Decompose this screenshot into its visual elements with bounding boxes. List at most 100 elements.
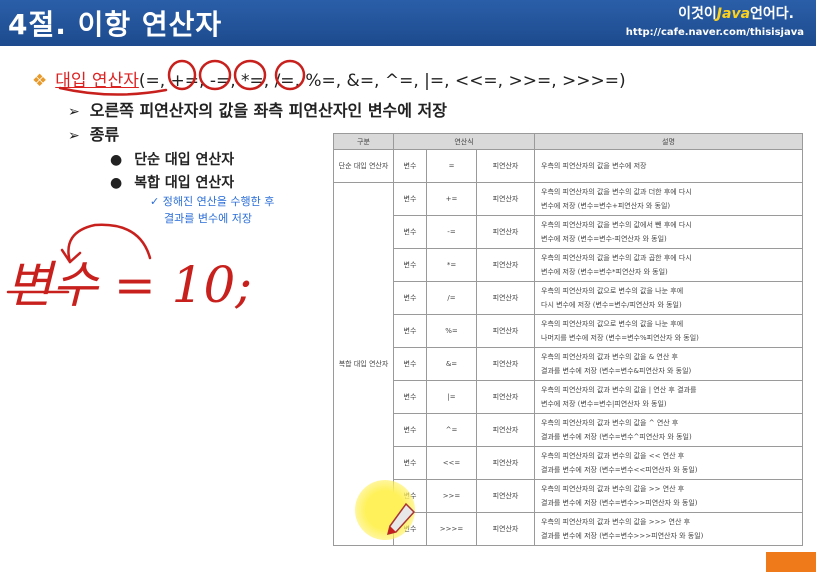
description-cell: 우측의 피연산자의 값과 변수의 값을 >> 연산 후 결과를 변수에 저장 (변… [534, 479, 803, 513]
dot-bullet-icon: ● [110, 175, 123, 191]
operator-cell: |= [426, 380, 477, 414]
description-cell: 우측의 피연산자의 값을 변수에 저장 [534, 149, 803, 183]
description-cell: 우측의 피연산자의 값과 변수의 값을 >>> 연산 후결과를 변수에 저장 (… [534, 512, 803, 546]
compound-note-line1: ✓ 정해진 연산을 수행한 후 [150, 195, 275, 208]
description-line-1: 우측의 피연산자의 값으로 변수의 값을 나눈 후에 [541, 320, 684, 328]
kinds-text: 종류 [89, 125, 120, 144]
compound-assign-item: ● 복합 대입 연산자 [110, 172, 234, 192]
assign-operator-line: ❖ 대입 연산자(=, +=, -=, *=, /=, %=, &=, ^=, |… [32, 66, 626, 91]
table-row: 변수/= 피연산자 우측의 피연산자의 값으로 변수의 값을 나눈 후에 다시 변수에… [334, 281, 803, 315]
operator-cell: <<= [426, 446, 477, 480]
description-cell: 우측의 피연산자의 값을 변수의 값과 곱한 후에 다시변수에 저장 (변수=변… [534, 248, 803, 282]
operand-cell: 피연산자 [476, 446, 535, 480]
pen-cursor-icon [386, 502, 416, 536]
variable-cell: 변수 [393, 380, 427, 414]
operand-cell: 피연산자 [476, 149, 535, 183]
description-cell: 우측의 피연산자의 값을 변수의 값에서 뺀 후에 다시변수에 저장 (변수=변… [534, 215, 803, 249]
header-category: 구분 [333, 133, 394, 150]
arrow-bullet-icon: ➢ [68, 128, 80, 144]
operator-cell: = [426, 149, 477, 183]
table-row: 변수 *= 피연산자 우측의 피연산자의 값을 변수의 값과 곱한 후에 다시 변수에 … [334, 248, 803, 282]
brand-prefix: 이것이 [678, 6, 717, 22]
header-description: 설명 [534, 133, 803, 150]
description-line-1: 우측의 피연산자의 값과 변수의 값을 << 연산 후 [541, 452, 685, 460]
description-line-2: 변수에 저장 (변수=변수*피연산자 와 동일) [541, 268, 668, 276]
description-text: 오른쪽 피연산자의 값을 좌측 피연산자인 변수에 저장 [89, 101, 447, 120]
operand-cell: 피연산자 [476, 380, 535, 414]
description-line-2: 결과를 변수에 저장 (변수=변수>>피연산자 와 동일) [541, 499, 698, 507]
compound-note-line2: 결과를 변수에 저장 [164, 212, 252, 225]
description-line-1: 우측의 피연산자의 값을 변수의 값과 곱한 후에 다시 [541, 254, 692, 262]
table-row: 변수 ^= 피연산자 우측의 피연산자의 값과 변수의 값을 ^ 연산 후 결과를 변수… [334, 413, 803, 447]
brand-logo: 이것이Java언어다. [678, 3, 794, 23]
corner-badge [766, 552, 816, 572]
description-line-1: 우측의 피연산자의 값으로 변수의 값을 나눈 후에 [541, 287, 684, 295]
operand-cell: 피연산자 [476, 182, 535, 216]
slide-title: 4절. 이항 연산자 [8, 8, 223, 41]
table-header-row: 구분 연산식 설명 [333, 133, 803, 150]
description-cell: 우측의 피연산자의 값과 변수의 값을 << 연산 후결과를 변수에 저장 (변… [534, 446, 803, 480]
description-line-1: 우측의 피연산자의 값과 변수의 값을 | 연산 후 결과를 [541, 386, 697, 394]
brand-suffix: 언어다. [750, 6, 794, 22]
table-row: 변수 |= 피연산자 우측의 피연산자의 값과 변수의 값을 | 연산 후 결과를 변수… [334, 380, 803, 414]
description-line-1: 우측의 피연산자의 값과 변수의 값을 & 연산 후 [541, 353, 678, 361]
description-line-2: 변수에 저장 (변수=변수|피연산자 와 동일) [541, 400, 667, 408]
compound-note: ✓ 정해진 연산을 수행한 후 결과를 변수에 저장 [150, 193, 274, 227]
diamond-bullet-icon: ❖ [32, 71, 48, 91]
description-line-2: 다시 변수에 저장 (변수=변수/피연산자 와 동일) [541, 301, 682, 309]
variable-cell: 변수 [393, 281, 427, 315]
table-row: 복합 대입 연산자 변수 += 피연산자 우측의 피연산자의 값을 변수의 값과 더한 … [333, 182, 803, 546]
variable-cell: 변수 [393, 182, 427, 216]
group-simple-cell: 단순 대입 연산자 [333, 149, 394, 183]
description-cell: 우측의 피연산자의 값으로 변수의 값을 나눈 후에나머지를 변수에 저장 (변… [534, 314, 803, 348]
description-line-1: 우측의 피연산자의 값을 변수의 값에서 뺀 후에 다시 [541, 221, 692, 229]
description-cell: 우측의 피연산자의 값과 변수의 값을 | 연산 후 결과를변수에 저장 (변수… [534, 380, 803, 414]
description-cell: 우측의 피연산자의 값으로 변수의 값을 나눈 후에다시 변수에 저장 (변수=… [534, 281, 803, 315]
table-row: 변수 &= 피연산자 우측의 피연산자의 값과 변수의 값을 & 연산 후 결과를 변수… [334, 347, 803, 381]
operand-cell: 피연산자 [476, 413, 535, 447]
operand-cell: 피연산자 [476, 215, 535, 249]
operator-cell: += [426, 182, 477, 216]
variable-cell: 변수 [393, 446, 427, 480]
description-cell: 우측의 피연산자의 값을 변수의 값과 더한 후에 다시 변수에 저장 (변수=변… [534, 182, 803, 216]
header-expression: 연산식 [393, 133, 535, 150]
cafe-url: http://cafe.naver.com/thisisjava [625, 27, 804, 38]
operator-cell: >>>= [426, 512, 477, 546]
variable-cell: 변수 [393, 248, 427, 282]
operator-cell: &= [426, 347, 477, 381]
compound-assign-label: 복합 대입 연산자 [134, 175, 235, 191]
table-row: 단순 대입 연산자 변수 = 피연산자 우측의 피연산자의 값을 변수에 저장 [333, 149, 803, 183]
variable-cell: 변수 [393, 413, 427, 447]
arrow-bullet-icon: ➢ [68, 104, 80, 120]
kinds-heading: ➢ 종류 [68, 121, 119, 145]
variable-cell: 변수 [393, 314, 427, 348]
variable-cell: 변수 [393, 149, 427, 183]
description-line-2: 결과를 변수에 저장 (변수=변수<<피연산자 와 동일) [541, 466, 698, 474]
description-line-2: 변수에 저장 (변수=변수+피연산자 와 동일) [541, 202, 671, 210]
slide-header: 4절. 이항 연산자 이것이Java언어다. http://cafe.naver… [0, 0, 816, 46]
operator-cell: -= [426, 215, 477, 249]
operand-cell: 피연산자 [476, 347, 535, 381]
assign-operator-term: 대입 연산자 [55, 71, 139, 91]
operand-cell: 피연산자 [476, 314, 535, 348]
description-line-2: 변수에 저장 (변수=변수-피연산자 와 동일) [541, 235, 667, 243]
description-cell: 우측의 피연산자의 값과 변수의 값을 & 연산 후결과를 변수에 저장 (변수… [534, 347, 803, 381]
assign-operator-table: 구분 연산식 설명 단순 대입 연산자 변수 = 피연산자 우측의 피연산자의 값을 변… [333, 133, 803, 546]
brand-java: Java [716, 6, 751, 22]
operand-cell: 피연산자 [476, 281, 535, 315]
operator-cell: /= [426, 281, 477, 315]
description-line-2: 나머지를 변수에 저장 (변수=변수%피연산자 와 동일) [541, 334, 699, 342]
simple-assign-item: ● 단순 대입 연산자 [110, 149, 234, 169]
description-line-1: 우측의 피연산자의 값과 변수의 값을 >>> 연산 후 [541, 518, 691, 526]
description-line-2: 결과를 변수에 저장 (변수=변수>>>피연산자 와 동일) [541, 532, 704, 540]
operator-cell: ^= [426, 413, 477, 447]
description-line-1: 우측의 피연산자의 값을 변수에 저장 [541, 162, 647, 170]
operator-cell: >>= [426, 479, 477, 513]
operator-cell: %= [426, 314, 477, 348]
description-line-1: 우측의 피연산자의 값과 변수의 값을 ^ 연산 후 [541, 419, 679, 427]
operand-cell: 피연산자 [476, 512, 535, 546]
description-line-2: 결과를 변수에 저장 (변수=변수&피연산자 와 동일) [541, 367, 692, 375]
simple-assign-label: 단순 대입 연산자 [134, 152, 235, 168]
description-cell: 우측의 피연산자의 값과 변수의 값을 ^ 연산 후 결과를 변수에 저장 (변수… [534, 413, 803, 447]
handwritten-code: 변수 = 10; [6, 256, 253, 314]
